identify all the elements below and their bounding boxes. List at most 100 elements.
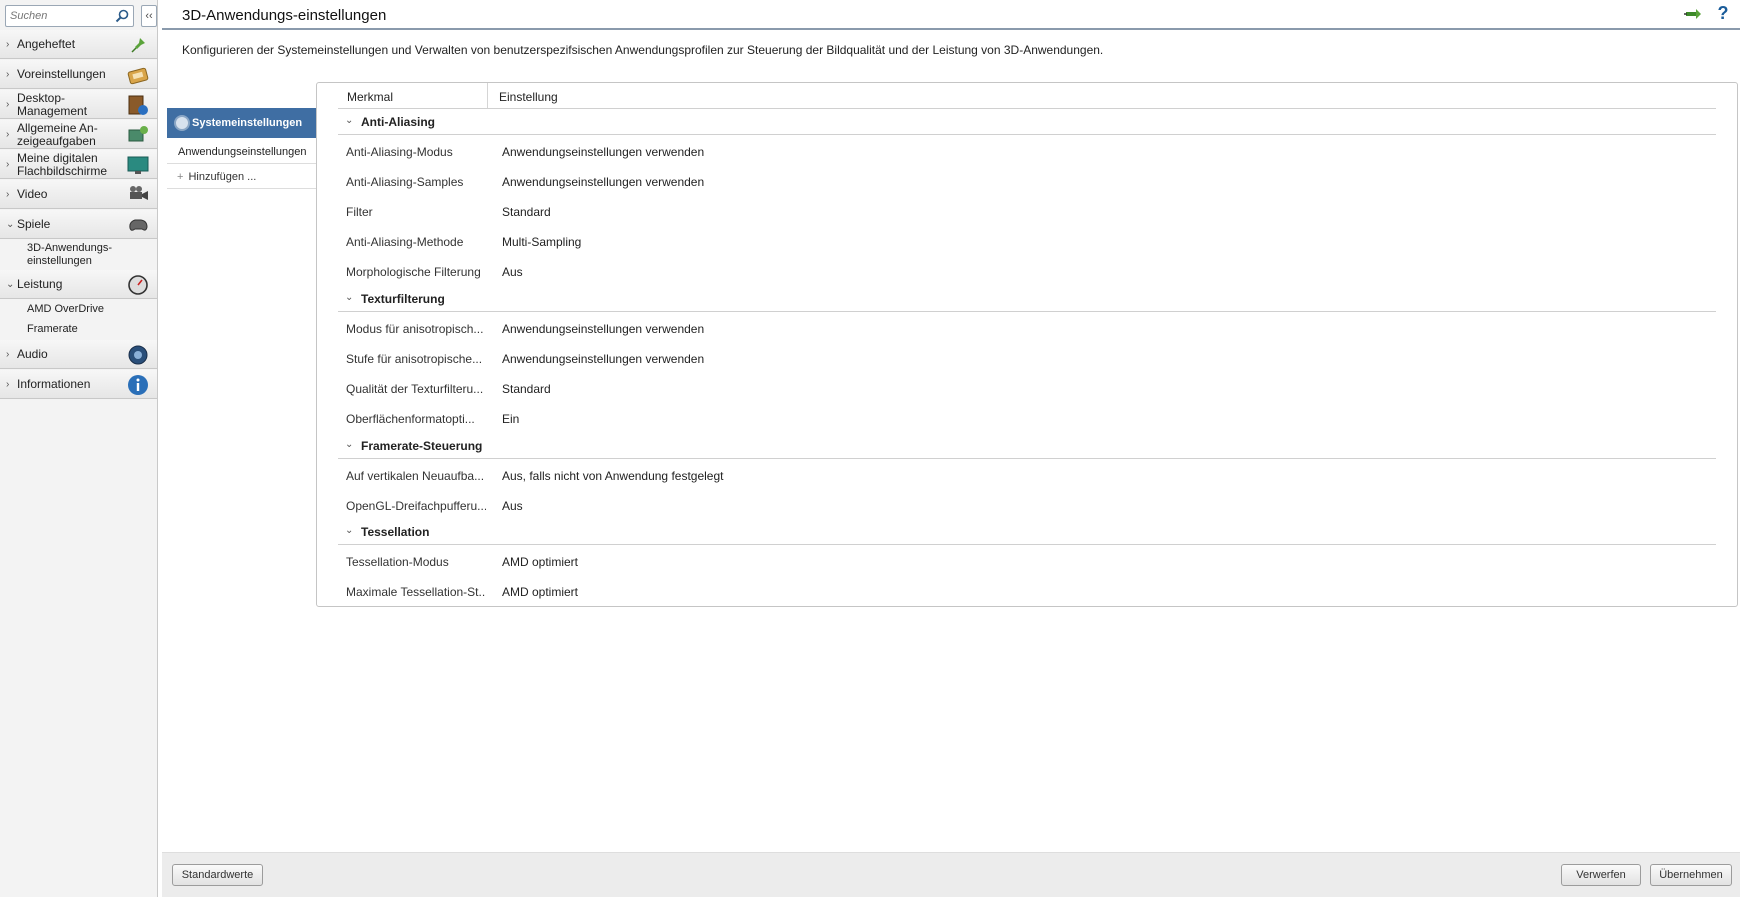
setting-value[interactable]: Standard <box>502 382 551 396</box>
sidebar-item-label: Angeheftet <box>17 37 76 51</box>
column-header-merkmal: Merkmal <box>347 90 394 104</box>
apply-button[interactable]: Übernehmen <box>1650 864 1732 886</box>
section-title: Tessellation <box>361 525 430 539</box>
setting-value[interactable]: Anwendungseinstellungen verwenden <box>502 352 704 366</box>
page-description: Konfigurieren der Systemeinstellungen un… <box>182 43 1104 57</box>
sidebar-item-label: Desktop-Management <box>17 90 88 118</box>
divider <box>338 544 1716 545</box>
tab-label: Systemeinstellungen <box>192 117 303 129</box>
sidebar-item-label: Voreinstellungen <box>17 67 106 81</box>
setting-value[interactable]: Ein <box>502 412 519 426</box>
divider <box>338 311 1716 312</box>
sidebar-item-label: Informationen <box>17 377 91 391</box>
setting-name: Tessellation-Modus <box>346 555 449 569</box>
setting-name: OpenGL-Dreifachpufferu... <box>346 499 486 513</box>
setting-name: Morphologische Filterung <box>346 265 481 279</box>
setting-value[interactable]: Anwendungseinstellungen verwenden <box>502 145 704 159</box>
footer-bar: Standardwerte Verwerfen Übernehmen <box>162 852 1740 897</box>
setting-value[interactable]: Standard <box>502 205 551 219</box>
sidebar-item-spiele[interactable]: ⌄ Spiele <box>0 210 157 239</box>
setting-name: Anti-Aliasing-Samples <box>346 175 464 189</box>
divider <box>338 108 1716 109</box>
search-icon[interactable] <box>114 8 130 24</box>
sidebar-item-video[interactable]: › Video <box>0 180 157 209</box>
divider <box>338 134 1716 135</box>
chevron-right-icon: › <box>6 349 10 360</box>
header: 3D-Anwendungs-einstellungen ? <box>162 0 1740 30</box>
section-anti-aliasing[interactable]: ⌄ Anti-Aliasing <box>345 115 435 129</box>
setting-value[interactable]: Multi-Sampling <box>502 235 581 249</box>
sidebar-item-label: Allgemeine An-zeigeaufgaben <box>17 120 98 148</box>
section-title: Anti-Aliasing <box>361 115 435 129</box>
setting-value[interactable]: Aus, falls nicht von Anwendung festgeleg… <box>502 469 723 483</box>
presets-icon <box>127 67 149 85</box>
discard-button[interactable]: Verwerfen <box>1561 864 1641 886</box>
sidebar-item-digitale-flachbildschirme[interactable]: › Meine digitalen Flachbildschirme <box>0 150 157 179</box>
add-profile-label: Hinzufügen ... <box>188 171 257 183</box>
page-title: 3D-Anwendungs-einstellungen <box>182 7 387 24</box>
section-tessellation[interactable]: ⌄ Tessellation <box>345 525 430 539</box>
tab-anwendungseinstellungen[interactable]: Anwendungseinstellungen <box>167 140 317 164</box>
chevron-down-icon: ⌄ <box>345 115 354 126</box>
monitor-icon <box>127 156 149 174</box>
setting-value[interactable]: Anwendungseinstellungen verwenden <box>502 322 704 336</box>
setting-name: Oberflächenformatopti... <box>346 412 475 426</box>
setting-value[interactable]: AMD optimiert <box>502 555 578 569</box>
tab-systemeinstellungen[interactable]: Systemeinstellungen <box>167 108 317 138</box>
chevron-right-icon: › <box>6 99 10 110</box>
help-icon[interactable]: ? <box>1714 3 1732 24</box>
collapse-sidebar-button[interactable]: ‹‹ <box>141 5 157 27</box>
setting-value[interactable]: Anwendungseinstellungen verwenden <box>502 175 704 189</box>
setting-name: Anti-Aliasing-Methode <box>346 235 464 249</box>
sidebar-item-allgemeine-anzeigeaufgaben[interactable]: › Allgemeine An-zeigeaufgaben <box>0 120 157 149</box>
sidebar-item-label: Meine digitalen Flachbildschirme <box>17 150 108 178</box>
chevron-right-icon: › <box>6 159 10 170</box>
settings-table <box>316 82 1738 607</box>
sidebar-subitem-3d-anwendungseinstellungen[interactable]: 3D-Anwendungs-einstellungen <box>27 242 157 268</box>
chevron-right-icon: › <box>6 39 10 50</box>
sidebar-item-label: Leistung <box>17 277 63 291</box>
sidebar-item-label: Spiele <box>17 217 51 231</box>
sidebar-item-angeheftet[interactable]: › Angeheftet <box>0 30 157 59</box>
pin-icon <box>131 38 145 53</box>
setting-value[interactable]: Aus <box>502 265 523 279</box>
video-camera-icon <box>130 186 148 200</box>
pin-page-icon[interactable] <box>1684 6 1704 22</box>
search-box[interactable] <box>5 5 134 27</box>
sidebar-item-label: Video <box>17 187 48 201</box>
sidebar-item-leistung[interactable]: ⌄ Leistung <box>0 270 157 299</box>
section-title: Framerate-Steuerung <box>361 439 483 453</box>
speaker-icon <box>128 345 148 365</box>
column-header-einstellung: Einstellung <box>499 90 558 104</box>
chevron-right-icon: › <box>6 189 10 200</box>
sidebar-subitem-framerate[interactable]: Framerate <box>27 323 78 336</box>
defaults-button[interactable]: Standardwerte <box>172 864 263 886</box>
chevron-down-icon: ⌄ <box>345 525 354 536</box>
divider <box>338 458 1716 459</box>
gamepad-icon <box>129 219 148 231</box>
desktop-icon <box>128 95 148 115</box>
gear-icon <box>174 115 190 131</box>
section-title: Texturfilterung <box>361 292 445 306</box>
chevron-right-icon: › <box>6 69 10 80</box>
setting-name: Stufe für anisotropische... <box>346 352 483 366</box>
sidebar-subitem-amd-overdrive[interactable]: AMD OverDrive <box>27 303 104 316</box>
column-divider[interactable] <box>487 83 488 108</box>
section-texturfilterung[interactable]: ⌄ Texturfilterung <box>345 292 445 306</box>
sidebar-item-desktop-management[interactable]: › Desktop-Management <box>0 90 157 119</box>
setting-name: Auf vertikalen Neuaufba... <box>346 469 485 483</box>
sidebar-item-informationen[interactable]: › Informationen <box>0 370 157 399</box>
chevron-down-icon: ⌄ <box>345 439 354 450</box>
chevron-down-icon: ⌄ <box>6 279 15 290</box>
add-profile-button[interactable]: + Hinzufügen ... <box>167 165 317 189</box>
sidebar-item-label: Audio <box>17 347 48 361</box>
setting-name: Qualität der Texturfilteru... <box>346 382 484 396</box>
setting-value[interactable]: AMD optimiert <box>502 585 578 599</box>
section-framerate-steuerung[interactable]: ⌄ Framerate-Steuerung <box>345 439 483 453</box>
setting-value[interactable]: Aus <box>502 499 523 513</box>
sidebar-item-voreinstellungen[interactable]: › Voreinstellungen <box>0 60 157 89</box>
sidebar-item-audio[interactable]: › Audio <box>0 340 157 369</box>
search-input[interactable] <box>6 6 112 26</box>
sidebar: ‹‹ › Angeheftet › Voreinstellungen › Des… <box>0 0 158 897</box>
info-icon <box>128 375 148 395</box>
